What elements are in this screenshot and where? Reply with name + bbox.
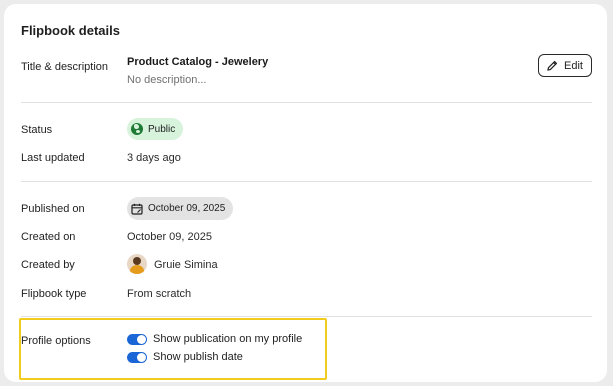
last-updated-value: 3 days ago xyxy=(127,152,181,164)
edit-button[interactable]: Edit xyxy=(538,54,592,77)
published-date-badge: October 09, 2025 xyxy=(127,197,234,220)
published-on-label: Published on xyxy=(21,203,85,215)
toggle-show-publish-date-label: Show publish date xyxy=(153,351,243,363)
profile-options-label: Profile options xyxy=(21,335,91,347)
created-by-value: Gruie Simina xyxy=(154,259,218,271)
title-description-label: Title & description xyxy=(21,61,109,73)
flipbook-type-label: Flipbook type xyxy=(21,288,87,300)
toggle-show-publication[interactable] xyxy=(127,334,147,345)
avatar xyxy=(127,254,147,274)
last-updated-label: Last updated xyxy=(21,152,85,164)
flipbook-details-card: Flipbook details Title & description Pro… xyxy=(4,4,607,382)
pencil-icon xyxy=(547,60,558,71)
flipbook-description: No description... xyxy=(127,74,207,86)
status-label: Status xyxy=(21,124,53,136)
edit-button-label: Edit xyxy=(564,59,583,72)
flipbook-type-value: From scratch xyxy=(127,288,192,300)
toggle-show-publication-label: Show publication on my profile xyxy=(153,333,303,345)
status-badge: Public xyxy=(127,118,184,140)
globe-icon xyxy=(131,123,143,135)
published-date-text: October 09, 2025 xyxy=(148,203,226,214)
divider xyxy=(21,316,592,317)
created-on-value: October 09, 2025 xyxy=(127,231,213,243)
toggle-show-publish-date[interactable] xyxy=(127,352,147,363)
card-title: Flipbook details xyxy=(21,23,120,38)
calendar-icon xyxy=(131,203,143,215)
created-on-label: Created on xyxy=(21,231,76,243)
divider xyxy=(21,102,592,103)
profile-options-highlight xyxy=(19,318,327,380)
status-badge-text: Public xyxy=(148,123,176,135)
divider xyxy=(21,181,592,182)
created-by-label: Created by xyxy=(21,259,75,271)
flipbook-title: Product Catalog - Jewelery xyxy=(127,56,269,68)
